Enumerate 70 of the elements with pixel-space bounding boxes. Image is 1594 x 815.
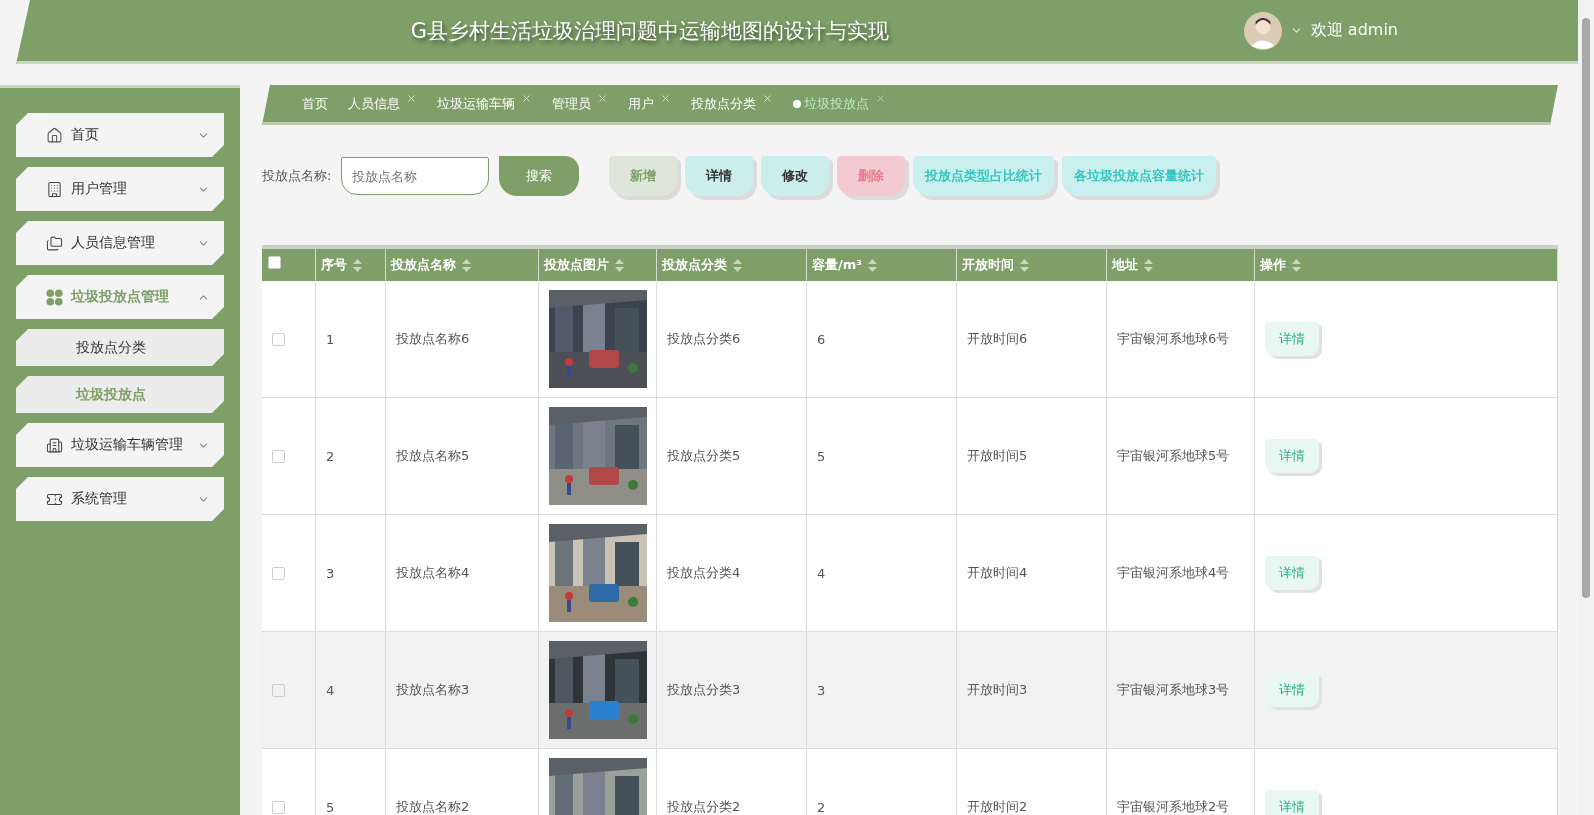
- table-cell: 投放点名称2: [386, 749, 539, 815]
- folders-icon: [46, 234, 63, 252]
- tab[interactable]: 首页: [302, 94, 328, 113]
- detail-button[interactable]: 详情: [1265, 556, 1319, 590]
- row-checkbox[interactable]: [272, 683, 285, 697]
- sidebar-item[interactable]: 垃圾运输车辆管理: [16, 423, 224, 467]
- sidebar-item[interactable]: 人员信息管理: [16, 221, 224, 265]
- detail-button[interactable]: 详情: [1265, 673, 1319, 707]
- welcome-text: 欢迎 admin: [1310, 20, 1398, 41]
- sidebar-item[interactable]: 垃圾投放点管理: [16, 275, 224, 319]
- table-row[interactable]: 1 投放点名称6 投放点分类6 6 开放时间6 宇宙银河系地球6号 详情: [262, 281, 1558, 398]
- sort-icon[interactable]: [353, 258, 362, 272]
- tab[interactable]: 用户: [628, 94, 671, 113]
- app-title: G县乡村生活垃圾治理问题中运输地图的设计与实现: [409, 17, 891, 45]
- detail-button[interactable]: 详情: [1265, 439, 1319, 473]
- row-checkbox[interactable]: [272, 449, 285, 463]
- sidebar-item[interactable]: 用户管理: [16, 167, 224, 211]
- table-cell: 5: [316, 749, 386, 815]
- sort-icon[interactable]: [733, 258, 742, 272]
- close-icon[interactable]: [521, 92, 532, 104]
- column-header[interactable]: 投放点图片: [539, 249, 657, 281]
- search-label: 投放点名称:: [262, 167, 332, 185]
- building-icon: [46, 180, 63, 198]
- row-checkbox[interactable]: [272, 566, 285, 580]
- close-icon[interactable]: [875, 92, 886, 104]
- search-field[interactable]: 投放点名称: [341, 157, 490, 195]
- tab[interactable]: 垃圾运输车辆: [437, 94, 532, 113]
- sort-icon[interactable]: [615, 258, 624, 272]
- close-icon[interactable]: [762, 92, 773, 104]
- table-cell: 开放时间2: [957, 749, 1107, 815]
- detail-button[interactable]: 详情: [1265, 322, 1319, 356]
- tab[interactable]: 投放点分类: [691, 94, 773, 113]
- row-checkbox[interactable]: [272, 800, 285, 814]
- tab[interactable]: 人员信息: [348, 94, 417, 113]
- column-header[interactable]: 开放时间: [957, 249, 1107, 281]
- avatar[interactable]: [1243, 11, 1282, 50]
- sort-icon[interactable]: [462, 258, 471, 272]
- column-header[interactable]: 地址: [1107, 249, 1255, 281]
- sort-icon[interactable]: [1144, 258, 1153, 272]
- table-cell: 投放点分类2: [657, 749, 807, 815]
- table-row[interactable]: 5 投放点名称2 投放点分类2 2 开放时间2 宇宙银河系地球2号 详情: [262, 749, 1558, 815]
- sort-icon[interactable]: [868, 258, 877, 272]
- building-icon: [46, 436, 63, 454]
- close-icon[interactable]: [660, 92, 671, 104]
- clover-icon: [46, 288, 63, 306]
- table-row[interactable]: 4 投放点名称3 投放点分类3 3 开放时间3 宇宙银河系地球3号 详情: [262, 632, 1558, 749]
- close-icon[interactable]: [406, 92, 417, 104]
- tab[interactable]: 管理员: [552, 94, 608, 113]
- sidebar-subitem[interactable]: 投放点分类: [16, 329, 224, 366]
- table-row[interactable]: 2 投放点名称5 投放点分类5 5 开放时间5 宇宙银河系地球5号 详情: [262, 398, 1558, 515]
- table-row[interactable]: 3 投放点名称4 投放点分类4 4 开放时间4 宇宙银河系地球4号 详情: [262, 515, 1558, 632]
- table-cell: 宇宙银河系地球2号: [1107, 749, 1255, 815]
- close-icon[interactable]: [597, 92, 608, 104]
- column-header[interactable]: 序号: [316, 249, 386, 281]
- sidebar-item[interactable]: 首页: [16, 113, 224, 157]
- table-cell: 2: [807, 749, 957, 815]
- row-checkbox[interactable]: [272, 332, 285, 346]
- sort-icon[interactable]: [1292, 258, 1301, 272]
- select-all-checkbox[interactable]: [268, 255, 281, 269]
- search-button[interactable]: 搜索: [499, 156, 580, 196]
- column-header[interactable]: 容量/m³: [807, 249, 957, 281]
- detail-button[interactable]: 详情: [1265, 790, 1319, 815]
- column-header[interactable]: 投放点名称: [386, 249, 539, 281]
- home-icon: [46, 126, 63, 144]
- tab[interactable]: 垃圾投放点: [793, 94, 886, 113]
- sort-icon[interactable]: [1020, 258, 1029, 272]
- column-header[interactable]: 操作: [1255, 249, 1558, 281]
- sidebar-subitem[interactable]: 垃圾投放点: [16, 376, 224, 413]
- sidebar-item[interactable]: 系统管理: [16, 477, 224, 521]
- column-header[interactable]: 投放点分类: [657, 249, 807, 281]
